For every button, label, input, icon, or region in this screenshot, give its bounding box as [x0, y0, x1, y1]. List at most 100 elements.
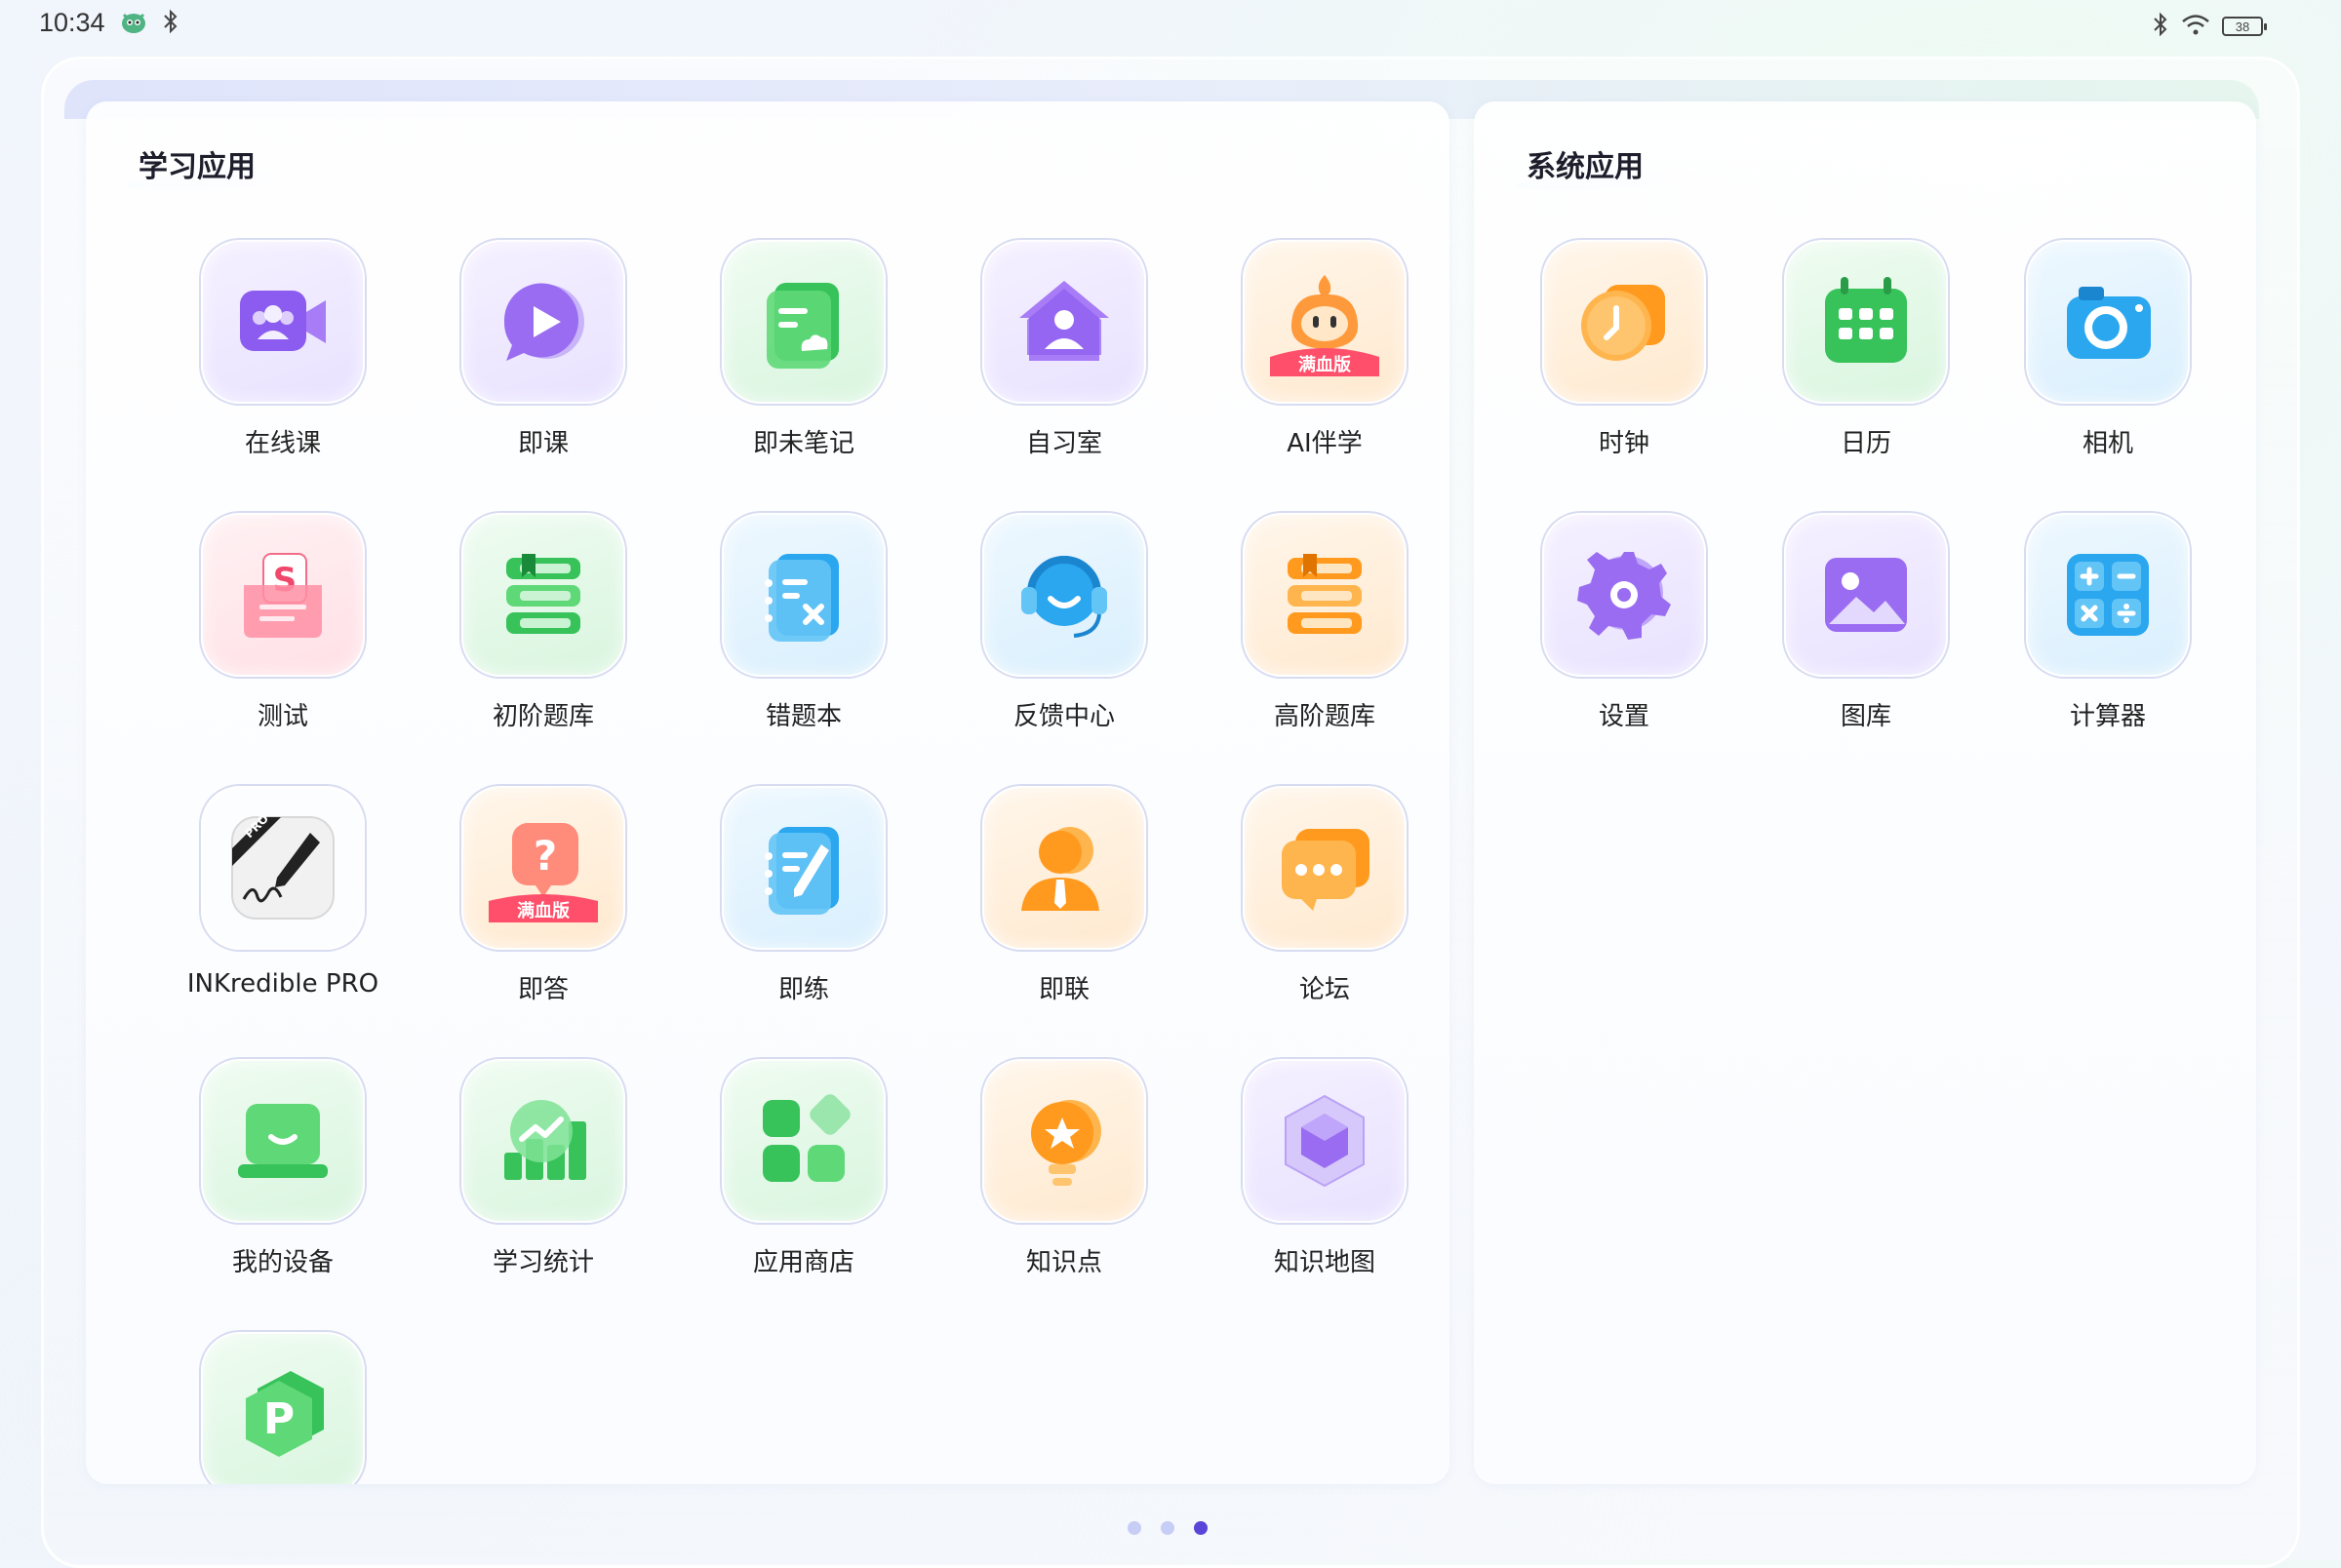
app-study-stats[interactable]: 学习统计 [415, 1059, 649, 1293]
app-tile[interactable] [461, 240, 625, 404]
chat-bubble-icon [1282, 829, 1369, 911]
page-dot-1[interactable] [1128, 1521, 1141, 1535]
app-tile[interactable] [1784, 240, 1948, 404]
app-jike[interactable]: 即课 [415, 240, 649, 474]
app-label: 设置 [1598, 702, 1649, 731]
test-envelope-icon: S [244, 553, 322, 638]
ai-mascot-icon: 满血版 [1270, 275, 1379, 376]
wifi-icon [2181, 13, 2210, 40]
app-forum[interactable]: 论坛 [1196, 786, 1430, 1020]
app-tile[interactable] [2026, 513, 2190, 677]
app-tile[interactable] [982, 513, 1146, 677]
app-label: 错题本 [765, 702, 842, 731]
app-jiwei-notes[interactable]: 即未笔记 [675, 240, 909, 474]
app-tile[interactable] [461, 1059, 625, 1223]
app-tile[interactable] [722, 786, 886, 950]
study-room-house-icon [1019, 281, 1109, 361]
app-tile[interactable]: P [201, 1332, 365, 1484]
app-p-hexagon[interactable]: P [154, 1332, 388, 1484]
play-bubble-icon [503, 283, 584, 361]
app-jilian-contact[interactable]: 即联 [935, 786, 1170, 1020]
app-label: 我的设备 [231, 1248, 334, 1277]
headset-icon [1021, 556, 1107, 638]
app-label: 即答 [517, 975, 569, 1004]
app-tile[interactable] [201, 1059, 365, 1223]
app-label: 测试 [257, 702, 308, 731]
app-tile[interactable] [722, 513, 886, 677]
page-dot-2[interactable] [1161, 1521, 1174, 1535]
app-app-store[interactable]: 应用商店 [675, 1059, 909, 1293]
app-mistake-book[interactable]: 错题本 [675, 513, 909, 747]
app-jilian-practice[interactable]: 即练 [675, 786, 909, 1020]
app-settings[interactable]: 设置 [1495, 513, 1729, 747]
clock-icon [1581, 285, 1665, 361]
book-stack-icon [506, 554, 580, 634]
bluetooth-icon [162, 9, 179, 38]
mascot-icon [119, 9, 148, 38]
page-dot-3-active[interactable] [1194, 1521, 1208, 1535]
app-test[interactable]: S 测试 [154, 513, 388, 747]
status-time: 10:34 [39, 8, 105, 37]
app-ai-companion[interactable]: 满血版 AI伴学 [1196, 240, 1430, 474]
app-tile[interactable] [982, 786, 1146, 950]
app-gallery[interactable]: 图库 [1737, 513, 1971, 747]
book-stack-icon [1288, 554, 1362, 634]
app-tile[interactable] [1243, 786, 1407, 950]
app-tile[interactable]: PRO [201, 786, 365, 950]
app-tile[interactable] [1542, 240, 1706, 404]
app-basic-question-bank[interactable]: 初阶题库 [415, 513, 649, 747]
app-feedback-center[interactable]: 反馈中心 [935, 513, 1170, 747]
note-doc-icon [767, 283, 839, 369]
app-knowledge-map[interactable]: 知识地图 [1196, 1059, 1430, 1293]
app-study-room[interactable]: 自习室 [935, 240, 1170, 474]
gear-icon [1577, 552, 1671, 640]
app-label: 日历 [1840, 429, 1891, 458]
app-calendar[interactable]: 日历 [1737, 240, 1971, 474]
app-label: 反馈中心 [1012, 702, 1115, 731]
mistake-notebook-icon [765, 554, 839, 642]
app-label: 图库 [1840, 702, 1891, 731]
question-bubble-icon: ? 满血版 [489, 823, 598, 922]
svg-text:P: P [263, 1394, 295, 1444]
app-tile[interactable] [1243, 1059, 1407, 1223]
app-tile[interactable] [1784, 513, 1948, 677]
app-advanced-question-bank[interactable]: 高阶题库 [1196, 513, 1430, 747]
lightbulb-star-icon [1031, 1100, 1101, 1186]
app-label: 学习统计 [492, 1248, 594, 1277]
status-bar: 10:34 38 [0, 0, 2341, 49]
app-tile[interactable] [201, 240, 365, 404]
section-title-text: 学习应用 [139, 150, 256, 184]
app-jida[interactable]: ? 满血版 即答 [415, 786, 649, 1020]
page-indicator [1128, 1521, 1208, 1535]
app-tile[interactable]: 满血版 [1243, 240, 1407, 404]
badge-full: 满血版 [1298, 354, 1351, 375]
battery-level: 38 [2235, 19, 2250, 34]
app-camera[interactable]: 相机 [1979, 240, 2213, 474]
gallery-icon [1825, 558, 1907, 632]
app-tile[interactable] [1542, 513, 1706, 677]
app-label: INKredible PRO [186, 969, 379, 999]
app-clock[interactable]: 时钟 [1495, 240, 1729, 474]
app-tile[interactable] [1243, 513, 1407, 677]
app-tile[interactable] [982, 240, 1146, 404]
svg-text:?: ? [534, 832, 557, 880]
app-inkredible-pro[interactable]: PRO INKredible PRO [154, 786, 388, 1020]
app-tile[interactable]: S [201, 513, 365, 677]
device-laptop-icon [238, 1104, 328, 1178]
person-contact-icon [1021, 827, 1099, 911]
app-tile[interactable] [2026, 240, 2190, 404]
stats-chart-icon [504, 1100, 586, 1180]
calculator-icon [2067, 554, 2149, 636]
app-online-class[interactable]: 在线课 [154, 240, 388, 474]
app-knowledge-points[interactable]: 知识点 [935, 1059, 1170, 1293]
app-my-device[interactable]: 我的设备 [154, 1059, 388, 1293]
system-apps-panel: 系统应用 时钟 日历 相机 设置 图库 计算器 [1474, 101, 2256, 1484]
app-label: 相机 [2082, 429, 2133, 458]
app-tile[interactable] [722, 240, 886, 404]
app-tile[interactable] [722, 1059, 886, 1223]
badge-full: 满血版 [517, 900, 570, 921]
app-tile[interactable] [982, 1059, 1146, 1223]
app-tile[interactable] [461, 513, 625, 677]
app-tile[interactable]: ? 满血版 [461, 786, 625, 950]
app-calculator[interactable]: 计算器 [1979, 513, 2213, 747]
